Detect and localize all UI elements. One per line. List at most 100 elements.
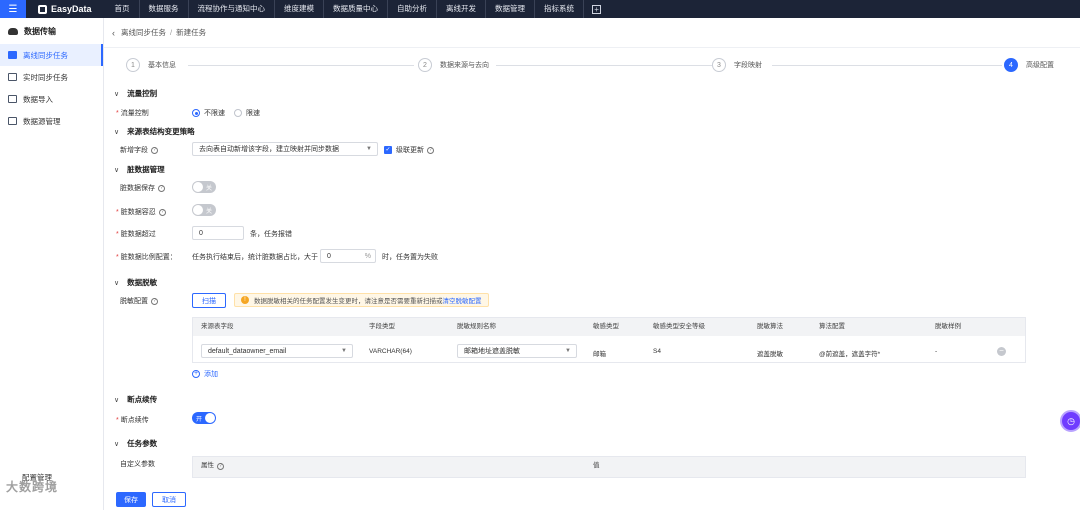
step-1-number: 1 xyxy=(126,58,140,72)
nav-workflow[interactable]: 流程协作与通知中心 xyxy=(189,0,276,18)
step-connector xyxy=(188,65,414,66)
nav-data-mgmt[interactable]: 数据管理 xyxy=(486,0,536,18)
steps-bar: 1 基本信息 2 数据来源与去向 3 字段映射 4 高级配置 xyxy=(126,58,1066,72)
help-icon[interactable]: ? xyxy=(151,146,158,154)
step-1-label: 基本信息 xyxy=(148,62,176,69)
add-mask-row-button[interactable]: + 添加 xyxy=(192,369,218,379)
scan-button[interactable]: 扫描 xyxy=(192,293,226,308)
logo-mark-icon xyxy=(38,4,47,14)
menu-icon[interactable]: ☰ xyxy=(0,0,26,18)
chevron-down-icon: ▼ xyxy=(341,348,347,354)
datasource-icon xyxy=(8,117,17,125)
dirty-ratio-suffix: 时，任务置为失败 xyxy=(382,254,438,261)
data-import-icon xyxy=(8,95,17,103)
help-icon[interactable]: ? xyxy=(158,184,165,192)
new-field-select[interactable]: 去向表自动新增该字段，建立映射并同步数据 ▼ xyxy=(192,142,378,156)
add-tab-icon[interactable]: + xyxy=(592,4,602,14)
sidebar-item-offline-sync[interactable]: 离线同步任务 xyxy=(0,44,103,66)
nav-metrics[interactable]: 指标系统 xyxy=(535,0,585,18)
chevron-down-icon: ∨ xyxy=(114,279,120,287)
mask-rule-select[interactable]: 邮箱地址遮盖脱敏 ▼ xyxy=(457,344,577,358)
dirty-exceed-suffix: 条，任务报错 xyxy=(250,231,292,238)
cascade-update-checkbox[interactable]: ✓ 级联更新? xyxy=(384,145,434,155)
nav-data-service[interactable]: 数据服务 xyxy=(140,0,189,18)
chevron-down-icon: ∨ xyxy=(114,396,120,404)
warning-icon: ! xyxy=(241,296,249,304)
sidebar-item-realtime-sync[interactable]: 实时同步任务 xyxy=(0,66,103,88)
cancel-button[interactable]: 取消 xyxy=(152,492,186,507)
breadcrumb-parent[interactable]: 离线同步任务 xyxy=(121,27,166,38)
chevron-down-icon: ∨ xyxy=(114,90,120,98)
mask-sample: - xyxy=(935,348,938,355)
watermark-text: 大数跨境 xyxy=(6,480,59,494)
help-icon[interactable]: ? xyxy=(151,297,158,305)
dirty-ratio-prefix: 任务执行结束后，统计脏数据占比，大于 xyxy=(192,254,318,261)
chevron-down-icon: ∨ xyxy=(114,440,120,448)
sidebar-item-data-import[interactable]: 数据导入 xyxy=(0,88,103,110)
section-schema-change[interactable]: ∨ 来源表结构变更策略 xyxy=(114,126,195,137)
plus-circle-icon: + xyxy=(192,370,200,378)
step-4-label: 高级配置 xyxy=(1026,62,1054,69)
mask-table-header: 来源表字段 字段类型 脱敏规则名称 敏感类型 敏感类型安全等级 脱敏算法 算法配… xyxy=(193,318,1025,336)
mask-algorithm-config: @前遮盖，遮盖字符* xyxy=(819,351,881,358)
breadcrumb-separator: / xyxy=(170,28,173,37)
step-connector xyxy=(772,65,1002,66)
mask-table: 来源表字段 字段类型 脱敏规则名称 敏感类型 敏感类型安全等级 脱敏算法 算法配… xyxy=(192,317,1026,363)
custom-params-label: 自定义参数 xyxy=(120,461,155,468)
dirty-exceed-input[interactable]: 0 xyxy=(192,226,244,240)
chevron-down-icon: ▼ xyxy=(565,348,571,354)
flow-control-label: * 流量控制 xyxy=(116,109,149,118)
dirty-tolerance-toggle[interactable]: 关 xyxy=(192,204,216,216)
assistant-icon[interactable]: ◷ xyxy=(1060,410,1080,432)
mask-config-label: 脱敏配置? xyxy=(120,296,158,306)
section-dirty-data[interactable]: ∨ 脏数据管理 xyxy=(114,164,165,175)
chevron-down-icon: ▼ xyxy=(366,146,372,152)
nav-offline-dev[interactable]: 离线开发 xyxy=(437,0,487,18)
nav-modeling[interactable]: 维度建模 xyxy=(275,0,325,18)
clear-mask-config-link[interactable]: 清空脱敏配置 xyxy=(443,295,482,305)
step-4-number: 4 xyxy=(1004,58,1018,72)
chevron-down-icon: ∨ xyxy=(114,166,120,174)
dirty-exceed-label: * 脏数据超过 xyxy=(116,230,156,239)
section-data-mask[interactable]: ∨ 数据脱敏 xyxy=(114,277,157,288)
step-4: 4 高级配置 xyxy=(1004,58,1054,72)
radio-unlimited-dot[interactable] xyxy=(192,109,200,117)
top-nav-bar: ☰ EasyData 首页 数据服务 流程协作与通知中心 维度建模 数据质量中心… xyxy=(0,0,1080,18)
realtime-sync-icon xyxy=(8,73,17,81)
resume-label: * 断点续传 xyxy=(116,416,149,425)
section-task-params[interactable]: ∨ 任务参数 xyxy=(114,438,157,449)
radio-limited-dot[interactable] xyxy=(234,109,242,117)
remove-row-icon[interactable]: − xyxy=(997,347,1006,356)
help-icon[interactable]: ? xyxy=(158,208,166,216)
resume-toggle[interactable]: 开 xyxy=(192,412,216,424)
nav-analysis[interactable]: 自助分析 xyxy=(388,0,438,18)
dirty-save-toggle[interactable]: 关 xyxy=(192,181,216,193)
radio-limited[interactable]: 限速 xyxy=(234,108,260,118)
mask-warning: ! 数据脱敏相关的任务配置发生变更时，请注意是否需要重新扫描或 清空脱敏配置 xyxy=(234,293,489,307)
help-icon[interactable]: ? xyxy=(427,146,434,154)
dirty-save-label: 脏数据保存? xyxy=(120,183,165,193)
nav-quality[interactable]: 数据质量中心 xyxy=(324,0,389,18)
mask-security-level: S4 xyxy=(653,348,661,355)
step-3-label: 字段映射 xyxy=(734,62,762,69)
mask-field-type: VARCHAR(64) xyxy=(369,348,412,355)
section-flow-control[interactable]: ∨ 流量控制 xyxy=(114,88,157,99)
main-content: 1 基本信息 2 数据来源与去向 3 字段映射 4 高级配置 ∨ 流量控制 * 流… xyxy=(104,48,1080,510)
step-3-number: 3 xyxy=(712,58,726,72)
help-icon[interactable]: ? xyxy=(217,463,224,470)
check-icon[interactable]: ✓ xyxy=(384,146,392,154)
radio-unlimited[interactable]: 不限速 xyxy=(192,108,225,118)
mask-field-select[interactable]: default_dataowner_email ▼ xyxy=(201,344,353,358)
dirty-ratio-input[interactable]: 0 % xyxy=(320,249,376,263)
step-2-label: 数据来源与去向 xyxy=(440,62,489,69)
new-field-label: 新增字段? xyxy=(120,145,158,155)
sidebar-item-datasource[interactable]: 数据源管理 xyxy=(0,110,103,132)
sidebar: 数据传输 离线同步任务 实时同步任务 数据导入 数据源管理 配置管理 xyxy=(0,18,104,510)
back-icon[interactable]: ‹ xyxy=(112,28,115,38)
nav-home[interactable]: 首页 xyxy=(106,0,140,18)
app-logo[interactable]: EasyData xyxy=(38,4,92,14)
save-button[interactable]: 保存 xyxy=(116,492,146,507)
step-connector xyxy=(496,65,712,66)
section-resume[interactable]: ∨ 断点续传 xyxy=(114,394,157,405)
breadcrumb-current: 新建任务 xyxy=(176,28,207,37)
